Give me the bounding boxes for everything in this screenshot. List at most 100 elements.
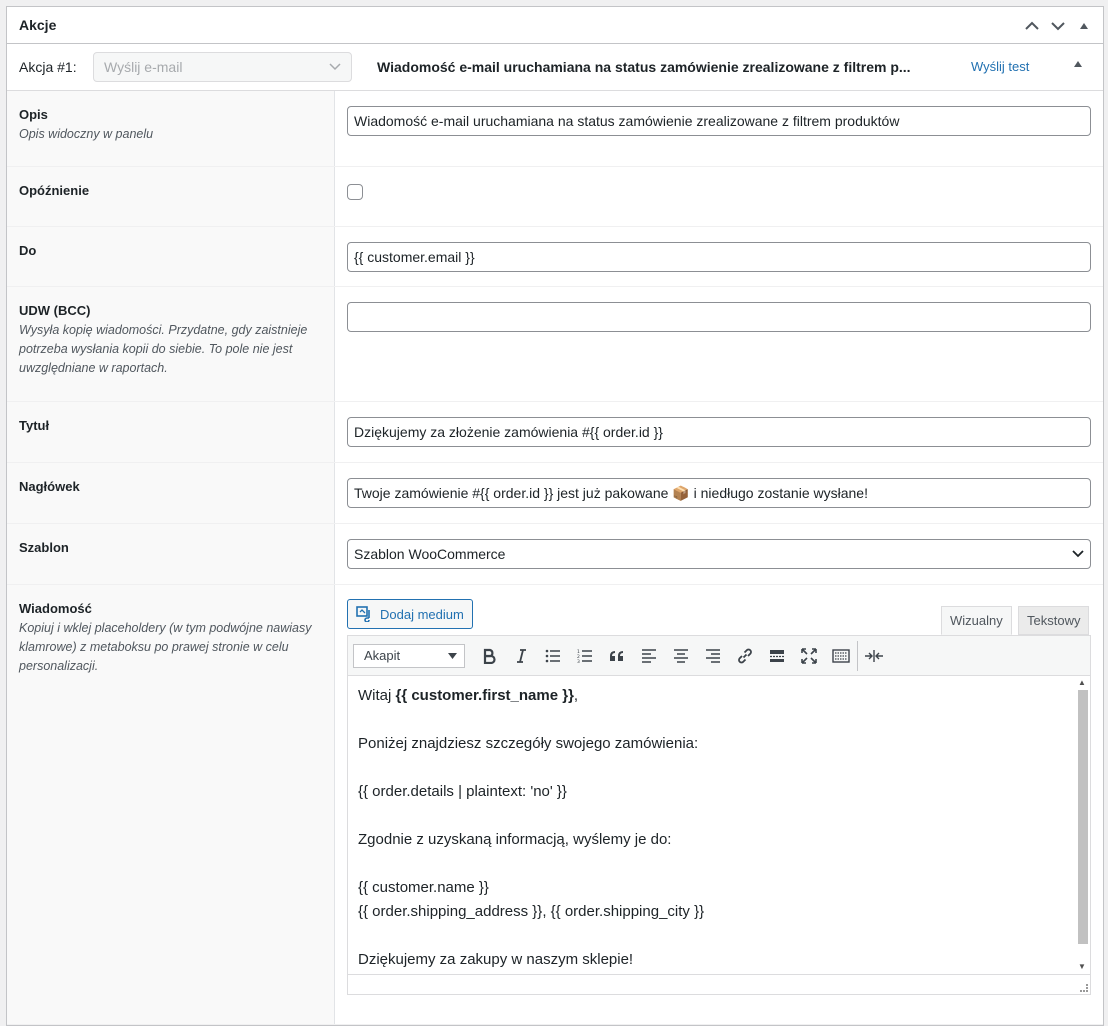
content-line: {{ customer.name }} (358, 879, 489, 896)
action-number-label: Akcja #1: (19, 59, 77, 75)
bold-icon[interactable] (473, 641, 505, 671)
resize-handle-icon[interactable] (1080, 984, 1088, 992)
field-description: Wysyła kopię wiadomości. Przydatne, gdy … (19, 323, 308, 375)
content-line: {{ order.shipping_address }}, {{ order.s… (358, 903, 705, 920)
italic-icon[interactable] (505, 641, 537, 671)
field-label-cell: Opis Opis widoczny w panelu (7, 91, 335, 166)
delay-checkbox[interactable] (347, 184, 363, 200)
action-type-select[interactable]: Wyślij e-mail (93, 52, 352, 82)
bcc-input[interactable] (347, 302, 1091, 332)
collapse-action-icon[interactable] (1073, 56, 1087, 70)
field-label: Opis (19, 107, 48, 122)
content-line: Zgodnie z uzyskaną informacją, wyślemy j… (358, 831, 672, 848)
scroll-down-icon[interactable]: ▼ (1078, 962, 1086, 971)
bullet-list-icon[interactable] (537, 641, 569, 671)
format-select-value: Akapit (364, 648, 401, 663)
heading-input[interactable]: Twoje zamówienie #{{ order.id }} jest ju… (347, 478, 1091, 508)
panel-title: Akcje (19, 17, 57, 33)
field-label-cell: Szablon (7, 524, 335, 584)
fullscreen-icon[interactable] (793, 641, 825, 671)
field-row-opis: Opis Opis widoczny w panelu Wiadomość e-… (7, 91, 1103, 167)
chevron-down-icon (1072, 550, 1084, 558)
blockquote-icon[interactable] (601, 641, 633, 671)
toolbar-toggle-icon[interactable] (825, 641, 857, 671)
field-label: Szablon (19, 540, 69, 555)
link-icon[interactable] (729, 641, 761, 671)
media-icon (356, 606, 370, 622)
field-label: UDW (BCC) (19, 303, 91, 318)
field-description: Opis widoczny w panelu (19, 127, 154, 141)
actions-panel: Akcje Akcja #1: Wyślij e-mail Wiadomość … (6, 6, 1104, 1026)
scroll-up-icon[interactable]: ▲ (1078, 678, 1086, 687)
field-cell (335, 167, 1103, 226)
add-media-button[interactable]: Dodaj medium (347, 599, 473, 629)
panel-header: Akcje (7, 7, 1103, 44)
rich-text-editor: Akapit 123 Witaj {{customer.first_name … (347, 635, 1091, 995)
field-label-cell: Nagłówek (7, 463, 335, 523)
subject-input[interactable]: Dziękujemy za złożenie zamówienia #{{ or… (347, 417, 1091, 447)
content-line: Dziękujemy za zakupy w naszym sklepie! (358, 951, 634, 968)
align-left-icon[interactable] (633, 641, 665, 671)
field-row-message: Wiadomość Kopiuj i wklej placeholdery (w… (7, 585, 1103, 1025)
field-label: Wiadomość (19, 601, 92, 616)
field-label-cell: Wiadomość Kopiuj i wklej placeholdery (w… (7, 585, 335, 1024)
move-up-icon[interactable] (1025, 19, 1039, 33)
field-row-heading: Nagłówek Twoje zamówienie #{{ order.id }… (7, 463, 1103, 524)
insert-separator-icon[interactable] (857, 640, 889, 671)
editor-scrollbar[interactable]: ▲ ▼ (1076, 676, 1090, 973)
align-center-icon[interactable] (665, 641, 697, 671)
align-right-icon[interactable] (697, 641, 729, 671)
field-cell: Twoje zamówienie #{{ order.id }} jest ju… (335, 463, 1103, 523)
field-label: Nagłówek (19, 479, 80, 494)
field-label-cell: Tytuł (7, 402, 335, 462)
action-row: Akcja #1: Wyślij e-mail Wiadomość e-mail… (7, 44, 1103, 91)
greeting-text: Witaj (358, 687, 396, 704)
numbered-list-icon[interactable]: 123 (569, 641, 601, 671)
action-type-value: Wyślij e-mail (104, 59, 183, 75)
add-media-label: Dodaj medium (380, 606, 464, 622)
collapse-panel-icon[interactable] (1077, 19, 1091, 33)
svg-text:3: 3 (577, 659, 580, 663)
field-label: Tytuł (19, 418, 50, 433)
field-label-cell: Opóźnienie (7, 167, 335, 226)
send-test-link[interactable]: Wyślij test (971, 59, 1029, 74)
field-cell (335, 287, 1103, 401)
chevron-down-icon (329, 63, 341, 71)
tab-text[interactable]: Tekstowy (1018, 606, 1090, 635)
field-row-delay: Opóźnienie (7, 167, 1103, 227)
field-label-cell: UDW (BCC) Wysyła kopię wiadomości. Przyd… (7, 287, 335, 401)
field-label: Do (19, 243, 37, 258)
content-greeting: Witaj {{ customer.first_name }}, (358, 684, 1067, 708)
editor-statusbar (348, 974, 1090, 994)
field-row-template: Szablon Szablon WooCommerce (7, 524, 1103, 585)
scrollbar-thumb[interactable] (1078, 690, 1088, 944)
content-line: Poniżej znajdziesz szczegóły swojego zam… (358, 735, 699, 752)
caret-down-icon (448, 652, 457, 659)
content-line: {{ order.details | plaintext: 'no' }} (358, 783, 567, 800)
template-select-value: Szablon WooCommerce (354, 546, 506, 562)
field-label: Opóźnienie (19, 183, 90, 198)
editor-toolbar: Akapit 123 (348, 636, 1090, 676)
tab-visual[interactable]: Wizualny (941, 606, 1012, 635)
field-cell: Wiadomość e-mail uruchamiana na status z… (335, 91, 1103, 166)
field-row-bcc: UDW (BCC) Wysyła kopię wiadomości. Przyd… (7, 287, 1103, 402)
move-down-icon[interactable] (1051, 19, 1065, 33)
action-description: Wiadomość e-mail uruchamiana na status z… (377, 59, 911, 75)
description-input[interactable]: Wiadomość e-mail uruchamiana na status z… (347, 106, 1091, 136)
template-select[interactable]: Szablon WooCommerce (347, 539, 1091, 569)
recipient-input[interactable]: {{ customer.email }} (347, 242, 1091, 272)
field-label-cell: Do (7, 227, 335, 286)
field-row-to: Do {{ customer.email }} (7, 227, 1103, 287)
panel-controls (1025, 7, 1091, 44)
greeting-placeholder: {{ customer.first_name }} (395, 687, 574, 704)
field-row-subject: Tytuł Dziękujemy za złożenie zamówienia … (7, 402, 1103, 463)
field-description: Kopiuj i wklej placeholdery (w tym podwó… (19, 621, 312, 673)
field-cell: Dodaj medium Wizualny Tekstowy Akapit 12… (335, 585, 1103, 1024)
format-select[interactable]: Akapit (353, 643, 465, 668)
field-cell: {{ customer.email }} (335, 227, 1103, 286)
field-cell: Szablon WooCommerce (335, 524, 1103, 584)
field-cell: Dziękujemy za złożenie zamówienia #{{ or… (335, 402, 1103, 462)
editor-content[interactable]: Witaj {{ customer.first_name }}, Poniżej… (348, 676, 1077, 973)
greeting-comma: , (573, 687, 579, 704)
read-more-icon[interactable] (761, 641, 793, 671)
